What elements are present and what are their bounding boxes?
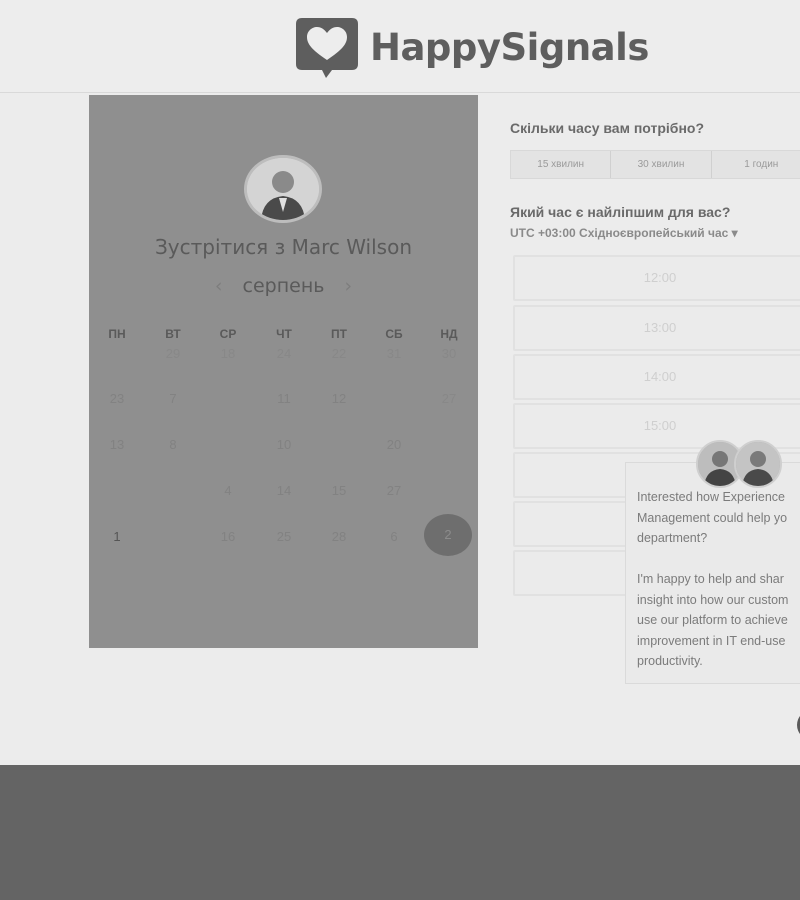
- chat-message: Interested how Experience Management cou…: [637, 490, 789, 668]
- prev-month-button[interactable]: ‹: [201, 275, 237, 297]
- timezone-selector[interactable]: UTC +03:00 Східноєвропейський час ▾: [510, 226, 738, 240]
- host-avatar: [244, 155, 322, 223]
- calendar-panel: Зустрітися з Marc Wilson ‹ серпень › ПН …: [89, 95, 478, 648]
- calendar-day[interactable]: 29: [153, 346, 193, 361]
- calendar-day[interactable]: 4: [208, 483, 248, 498]
- calendar-day[interactable]: 27: [429, 391, 469, 406]
- duration-option[interactable]: 15 хвилин: [511, 151, 612, 178]
- time-slot-button[interactable]: 13:00: [513, 305, 800, 351]
- calendar-day[interactable]: 10: [264, 437, 304, 452]
- time-slot-button[interactable]: 12:00: [513, 255, 800, 301]
- next-month-button[interactable]: ›: [331, 275, 367, 297]
- calendar-day[interactable]: 12: [319, 391, 359, 406]
- month-label: серпень: [242, 275, 325, 297]
- weekday-header: СБ: [385, 327, 403, 341]
- weekday-header: ПТ: [331, 327, 347, 341]
- happysignals-logo[interactable]: HappySignals: [292, 14, 649, 80]
- calendar-day[interactable]: 22: [319, 346, 359, 361]
- calendar-day[interactable]: 6: [374, 529, 414, 544]
- calendar-day[interactable]: 8: [153, 437, 193, 452]
- brand-name: HappySignals: [370, 25, 649, 69]
- calendar-day[interactable]: 25: [264, 529, 304, 544]
- duration-selector: 15 хвилин 30 хвилин 1 годин: [510, 150, 800, 179]
- duration-question: Скільки часу вам потрібно?: [510, 120, 705, 136]
- agent-avatar: [734, 440, 782, 488]
- calendar-day[interactable]: 27: [374, 483, 414, 498]
- calendar-day[interactable]: 11: [264, 391, 304, 406]
- calendar-day[interactable]: 20: [374, 437, 414, 452]
- calendar-day[interactable]: 14: [264, 483, 304, 498]
- weekday-header: ПН: [108, 327, 126, 341]
- chat-agent-avatars: [696, 440, 786, 488]
- weekday-header: ВТ: [165, 327, 181, 341]
- calendar-day[interactable]: 15: [319, 483, 359, 498]
- booking-page: HappySignals Зустрітися з Marc Wilson ‹ …: [0, 0, 800, 765]
- calendar-day[interactable]: 7: [153, 391, 193, 406]
- time-question: Який час є найліпшим для вас?: [510, 204, 731, 220]
- meeting-title: Зустрітися з Marc Wilson: [154, 235, 412, 259]
- month-navigator: ‹ серпень ›: [89, 275, 478, 297]
- calendar-day[interactable]: 24: [264, 346, 304, 361]
- duration-option[interactable]: 30 хвилин: [611, 151, 712, 178]
- calendar-day[interactable]: 28: [319, 529, 359, 544]
- calendar-day[interactable]: 31: [374, 346, 414, 361]
- selected-calendar-day[interactable]: 2: [424, 514, 472, 556]
- weekday-header: СР: [219, 327, 237, 341]
- header: HappySignals: [0, 0, 800, 93]
- time-slot-button[interactable]: 14:00: [513, 354, 800, 400]
- heart-speech-bubble-icon: [292, 14, 362, 80]
- calendar-day[interactable]: 30: [429, 346, 469, 361]
- calendar-day[interactable]: 1: [97, 529, 137, 544]
- chat-popup[interactable]: Interested how Experience Management cou…: [625, 462, 800, 684]
- calendar-day[interactable]: 18: [208, 346, 248, 361]
- weekday-header: НД: [440, 327, 458, 341]
- duration-option[interactable]: 1 годин: [712, 151, 800, 178]
- calendar-day[interactable]: 23: [97, 391, 137, 406]
- calendar-day[interactable]: 13: [97, 437, 137, 452]
- calendar-day[interactable]: 16: [208, 529, 248, 544]
- weekday-header: ЧТ: [276, 327, 292, 341]
